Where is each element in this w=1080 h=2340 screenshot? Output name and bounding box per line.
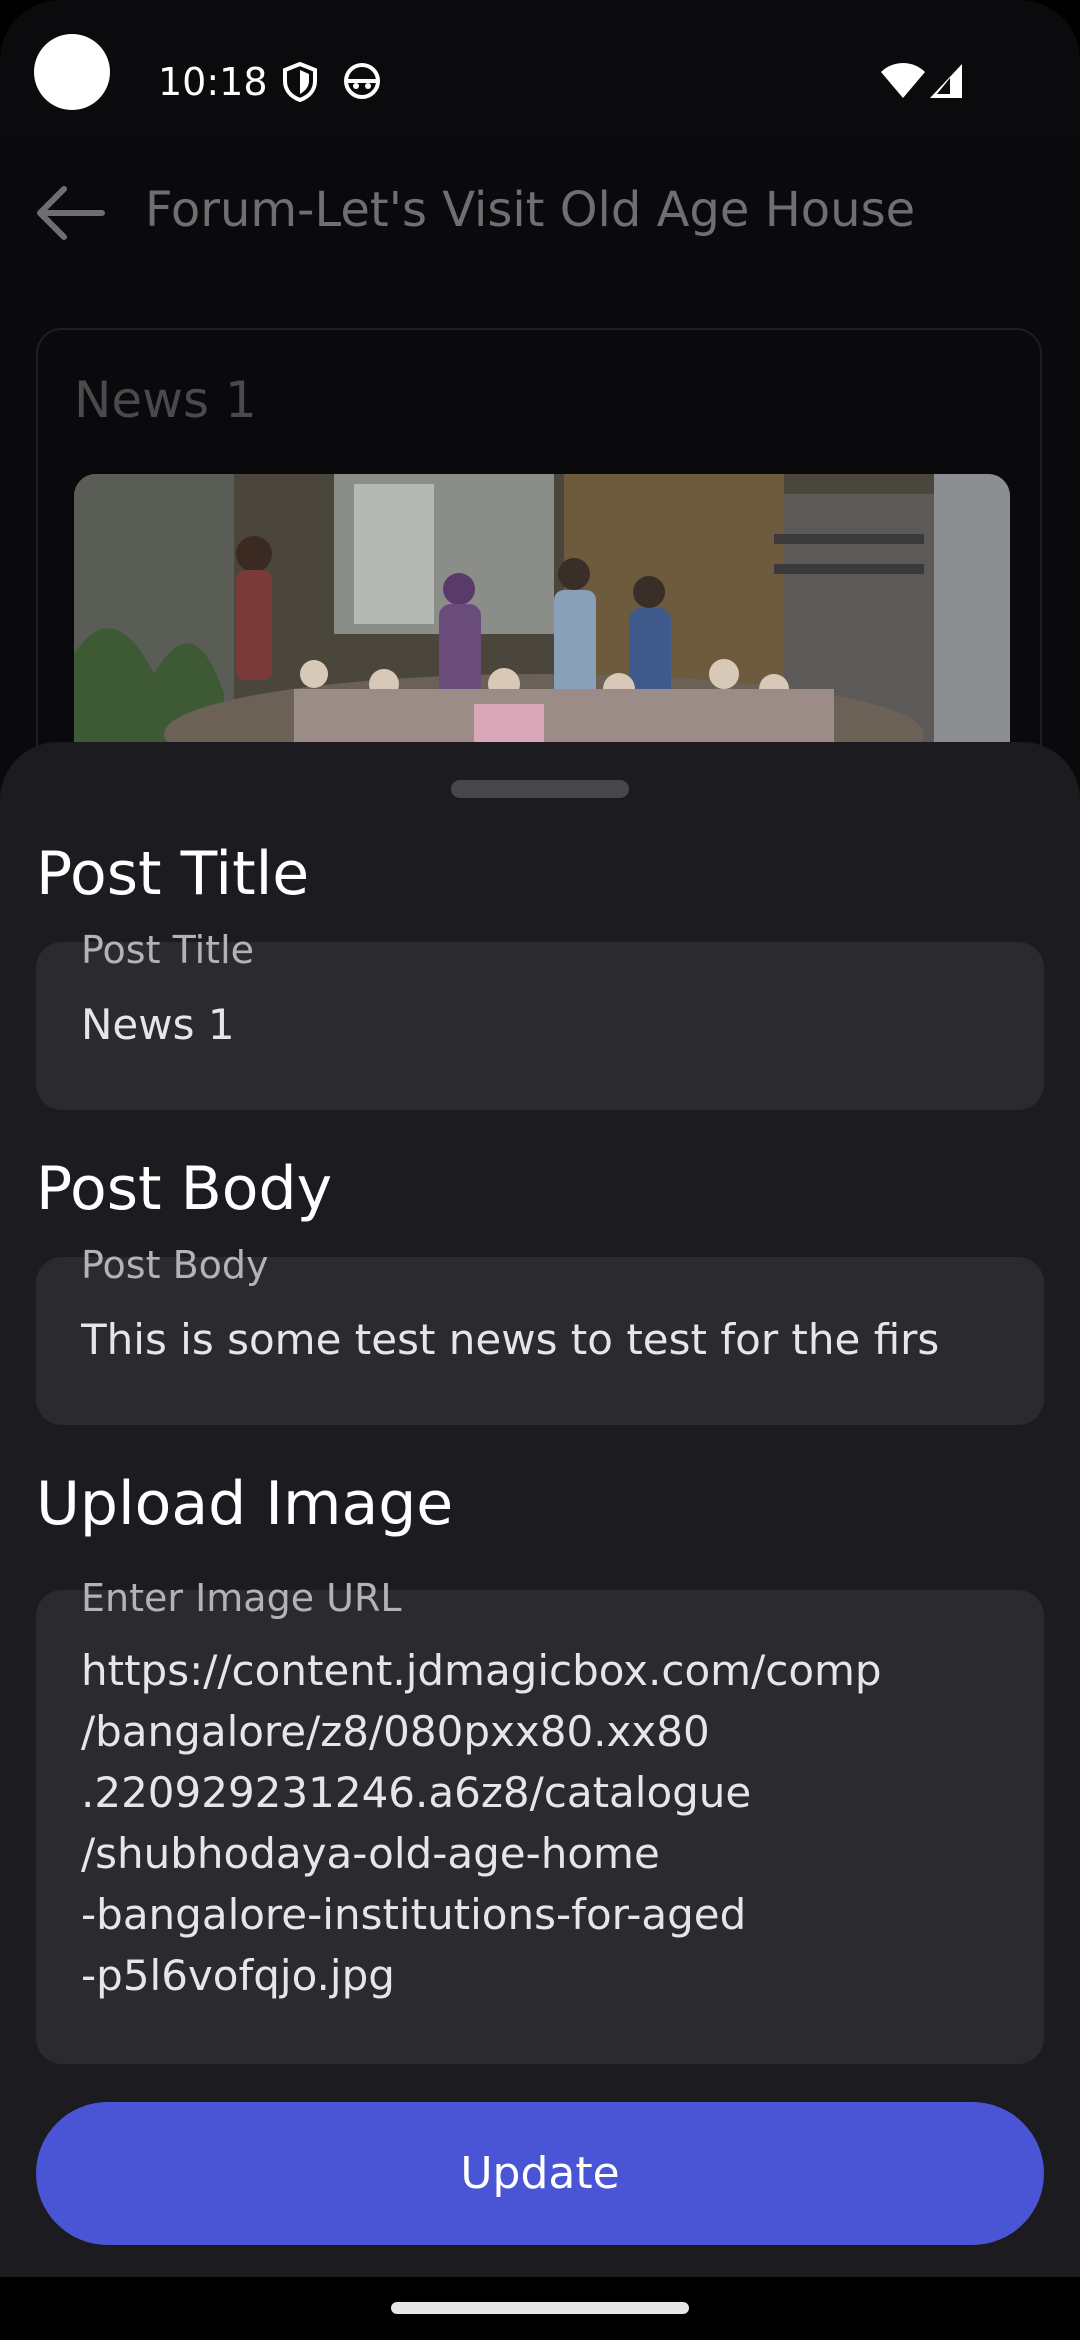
camera-cutout	[34, 34, 110, 110]
image-url-input[interactable]: https://content.jdmagicbox.com/comp /ban…	[81, 1640, 1041, 2006]
upload-image-heading: Upload Image	[36, 1469, 454, 1539]
update-button[interactable]: Update	[36, 2102, 1044, 2245]
image-url-field[interactable]: Enter Image URL https://content.jdmagicb…	[36, 1576, 1044, 2064]
post-title-field-label: Post Title	[81, 928, 255, 972]
post-title-heading: Post Title	[36, 839, 310, 909]
post-body-field[interactable]: Post Body This is some test news to test…	[36, 1243, 1044, 1425]
post-body-heading: Post Body	[36, 1154, 333, 1224]
post-title-input[interactable]: News 1	[81, 994, 1001, 1055]
signal-icon	[928, 62, 964, 104]
home-indicator[interactable]	[391, 2302, 689, 2314]
arrow-back-icon[interactable]	[34, 185, 106, 245]
edit-post-sheet: Post Title Post Title News 1 Post Body P…	[0, 742, 1080, 2277]
drag-handle[interactable]	[451, 780, 629, 798]
post-body-input[interactable]: This is some test news to test for the f…	[81, 1309, 1041, 1370]
image-url-field-label: Enter Image URL	[81, 1576, 402, 1620]
post-title-field[interactable]: Post Title News 1	[36, 928, 1044, 1110]
android-face-icon	[343, 62, 381, 104]
phone-screen: 10:18 Forum-Let's Visit Old Age House Ne…	[0, 0, 1080, 2340]
post-body-field-label: Post Body	[81, 1243, 269, 1287]
page-title: Forum-Let's Visit Old Age House	[145, 182, 916, 238]
news-card-title: News 1	[74, 371, 257, 429]
status-time: 10:18	[158, 60, 268, 104]
wifi-icon	[880, 62, 926, 104]
shield-icon	[282, 61, 318, 106]
news-photo	[74, 474, 1010, 774]
status-bar: 10:18	[0, 0, 1080, 135]
app-bar: Forum-Let's Visit Old Age House	[0, 135, 1080, 285]
